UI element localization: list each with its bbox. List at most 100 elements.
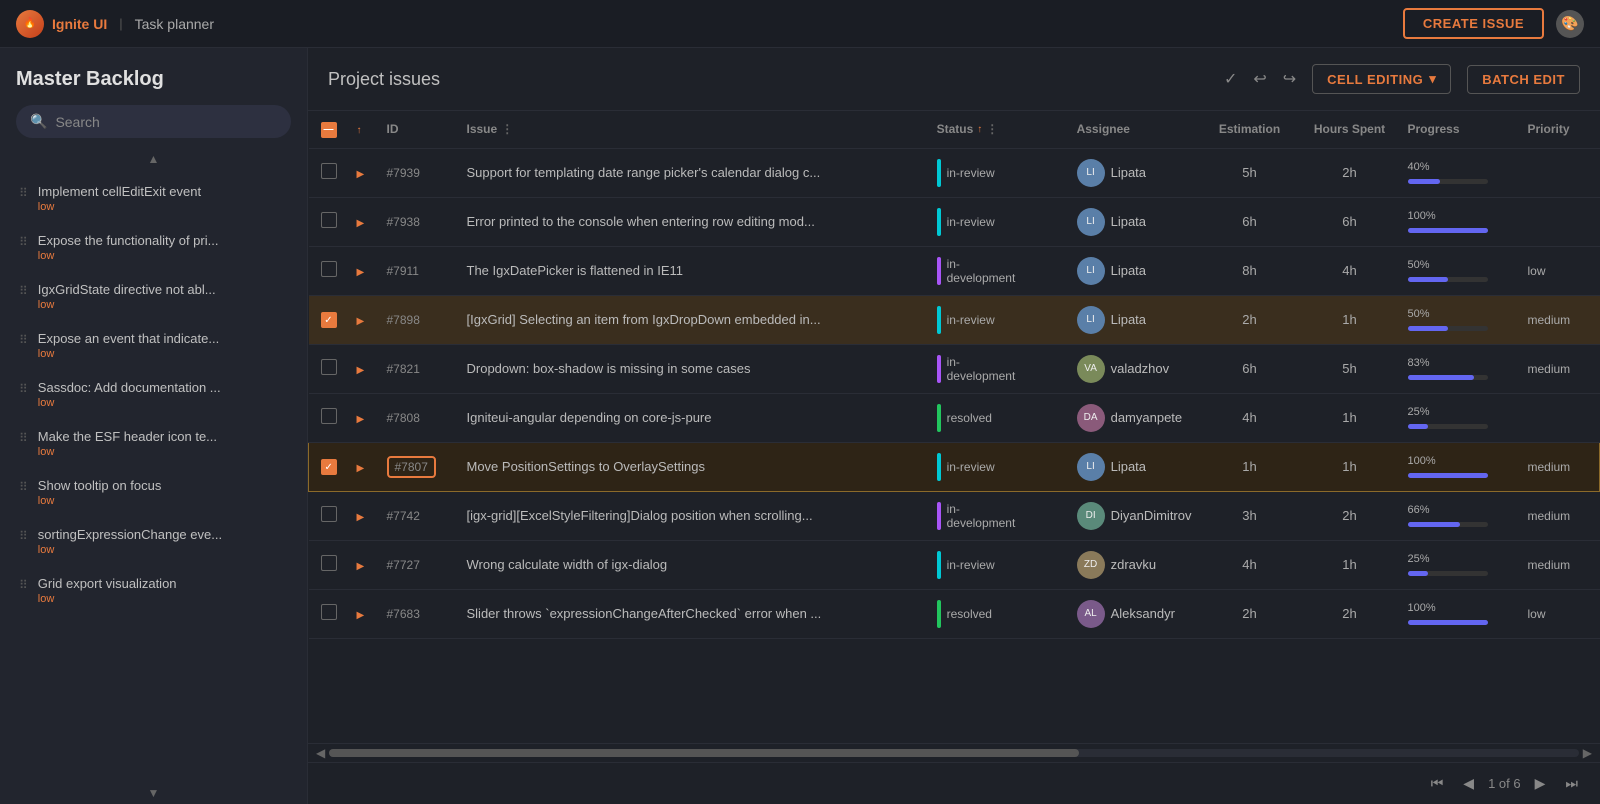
- sidebar-item[interactable]: ⠿ Expose the functionality of pri... low: [0, 223, 307, 272]
- row-checkbox[interactable]: ✓: [321, 459, 337, 475]
- row-checkbox[interactable]: ✓: [321, 312, 337, 328]
- prev-page-button[interactable]: ◀: [1457, 771, 1480, 796]
- undo-icon[interactable]: ↩: [1253, 69, 1266, 89]
- expand-cell[interactable]: ▶: [349, 246, 379, 295]
- table-row[interactable]: ▶ #7939 Support for templating date rang…: [309, 148, 1600, 197]
- assignee-cell: AL Aleksandyr: [1069, 589, 1200, 638]
- row-checkbox-cell[interactable]: [309, 540, 349, 589]
- progress-bar-bg: [1408, 375, 1488, 380]
- check-icon[interactable]: ✓: [1224, 69, 1237, 89]
- next-page-button[interactable]: ▶: [1529, 771, 1552, 796]
- drag-handle-icon: ⠿: [19, 527, 28, 543]
- estimation-cell: 8h: [1200, 246, 1300, 295]
- sidebar-item[interactable]: ⠿ Grid export visualization low: [0, 566, 307, 615]
- expand-cell[interactable]: ▶: [349, 344, 379, 393]
- table-row[interactable]: ▶ #7938 Error printed to the console whe…: [309, 197, 1600, 246]
- priority-text: low: [1528, 607, 1546, 621]
- issue-col-menu-icon[interactable]: ⋮: [501, 122, 513, 136]
- row-checkbox[interactable]: [321, 604, 337, 620]
- expand-icon[interactable]: ▶: [357, 463, 365, 474]
- expand-icon[interactable]: ▶: [357, 169, 365, 180]
- expand-cell[interactable]: ▶: [349, 442, 379, 491]
- theme-icon[interactable]: 🎨: [1556, 10, 1584, 38]
- expand-icon[interactable]: ▶: [357, 561, 365, 572]
- sidebar-item[interactable]: ⠿ Expose an event that indicate... low: [0, 321, 307, 370]
- last-page-button[interactable]: ⏭: [1559, 771, 1584, 796]
- row-checkbox-cell[interactable]: [309, 197, 349, 246]
- row-checkbox[interactable]: [321, 212, 337, 228]
- row-checkbox-cell[interactable]: [309, 491, 349, 540]
- scroll-down-button[interactable]: ▼: [140, 784, 168, 802]
- row-checkbox[interactable]: [321, 408, 337, 424]
- expand-icon[interactable]: ▶: [357, 610, 365, 621]
- row-checkbox[interactable]: [321, 359, 337, 375]
- row-checkbox-cell[interactable]: [309, 393, 349, 442]
- scroll-left-arrow[interactable]: ◀: [316, 746, 325, 760]
- table-row[interactable]: ▶ #7911 The IgxDatePicker is flattened i…: [309, 246, 1600, 295]
- expand-icon[interactable]: ▶: [357, 267, 365, 278]
- redo-icon[interactable]: ↪: [1283, 69, 1296, 89]
- drag-handle-icon: ⠿: [19, 331, 28, 347]
- col-header-hours: Hours Spent: [1300, 111, 1400, 148]
- status-cell: in-review: [929, 148, 1069, 197]
- expand-icon[interactable]: ▶: [357, 218, 365, 229]
- expand-cell[interactable]: ▶: [349, 197, 379, 246]
- sidebar-item[interactable]: ⠿ Make the ESF header icon te... low: [0, 419, 307, 468]
- row-checkbox-cell[interactable]: [309, 589, 349, 638]
- row-checkbox-cell[interactable]: ✓: [309, 442, 349, 491]
- expand-cell[interactable]: ▶: [349, 393, 379, 442]
- progress-label: 66%: [1408, 504, 1430, 516]
- status-col-menu-icon[interactable]: ⋮: [986, 122, 998, 136]
- row-checkbox-cell[interactable]: [309, 148, 349, 197]
- expand-cell[interactable]: ▶: [349, 589, 379, 638]
- sidebar-item[interactable]: ⠿ sortingExpressionChange eve... low: [0, 517, 307, 566]
- table-row[interactable]: ▶ #7742 [igx-grid][ExcelStyleFiltering]D…: [309, 491, 1600, 540]
- row-checkbox-cell[interactable]: ✓: [309, 295, 349, 344]
- expand-icon[interactable]: ▶: [357, 512, 365, 523]
- table-row[interactable]: ▶ #7808 Igniteui-angular depending on co…: [309, 393, 1600, 442]
- batch-edit-button[interactable]: BATCH EDIT: [1467, 65, 1580, 94]
- create-issue-button[interactable]: CREATE ISSUE: [1403, 8, 1544, 39]
- expand-icon[interactable]: ▶: [357, 365, 365, 376]
- row-checkbox-cell[interactable]: [309, 246, 349, 295]
- table-row[interactable]: ▶ #7821 Dropdown: box-shadow is missing …: [309, 344, 1600, 393]
- table-row[interactable]: ✓ ▶ #7807 Move PositionSettings to Overl…: [309, 442, 1600, 491]
- search-input[interactable]: [55, 114, 277, 130]
- expand-cell[interactable]: ▶: [349, 148, 379, 197]
- sidebar-item[interactable]: ⠿ Sassdoc: Add documentation ... low: [0, 370, 307, 419]
- search-box[interactable]: 🔍: [16, 105, 291, 138]
- expand-icon[interactable]: ▶: [357, 414, 365, 425]
- row-checkbox[interactable]: [321, 555, 337, 571]
- sidebar-item-sub: low: [38, 201, 291, 213]
- scroll-right-arrow[interactable]: ▶: [1583, 746, 1592, 760]
- row-checkbox[interactable]: [321, 261, 337, 277]
- pagination: ⏮ ◀ 1 of 6 ▶ ⏭: [308, 762, 1600, 804]
- row-checkbox[interactable]: [321, 506, 337, 522]
- assignee-cell: LI Lipata: [1069, 442, 1200, 491]
- sidebar-item[interactable]: ⠿ Implement cellEditExit event low: [0, 174, 307, 223]
- expand-cell[interactable]: ▶: [349, 295, 379, 344]
- sidebar-item[interactable]: ⠿ Show tooltip on focus low: [0, 468, 307, 517]
- first-page-button[interactable]: ⏮: [1425, 771, 1450, 796]
- sidebar-item[interactable]: ⠿ IgxGridState directive not abl... low: [0, 272, 307, 321]
- issue-cell: Dropdown: box-shadow is missing in some …: [459, 344, 929, 393]
- row-checkbox[interactable]: [321, 163, 337, 179]
- progress-cell: 25%: [1400, 393, 1520, 442]
- top-nav: 🔥 Ignite UI | Task planner CREATE ISSUE …: [0, 0, 1600, 48]
- cell-editing-button[interactable]: CELL EDITING ▾: [1312, 64, 1451, 94]
- table-row[interactable]: ▶ #7727 Wrong calculate width of igx-dia…: [309, 540, 1600, 589]
- table-row[interactable]: ✓ ▶ #7898 [IgxGrid] Selecting an item fr…: [309, 295, 1600, 344]
- status-sort-icon[interactable]: ↑: [977, 124, 982, 135]
- select-all-checkbox[interactable]: —: [321, 122, 337, 138]
- expand-cell[interactable]: ▶: [349, 491, 379, 540]
- assignee-cell: LI Lipata: [1069, 148, 1200, 197]
- table-wrapper[interactable]: — ↑ ID Issue ⋮: [308, 111, 1600, 743]
- expand-cell[interactable]: ▶: [349, 540, 379, 589]
- sort-icon[interactable]: ↑: [357, 125, 362, 136]
- col-header-status: Status ↑ ⋮: [929, 111, 1069, 148]
- h-scrollbar-thumb[interactable]: [329, 749, 1079, 757]
- scroll-up-button[interactable]: ▲: [140, 150, 168, 168]
- expand-icon[interactable]: ▶: [357, 316, 365, 327]
- row-checkbox-cell[interactable]: [309, 344, 349, 393]
- table-row[interactable]: ▶ #7683 Slider throws `expressionChangeA…: [309, 589, 1600, 638]
